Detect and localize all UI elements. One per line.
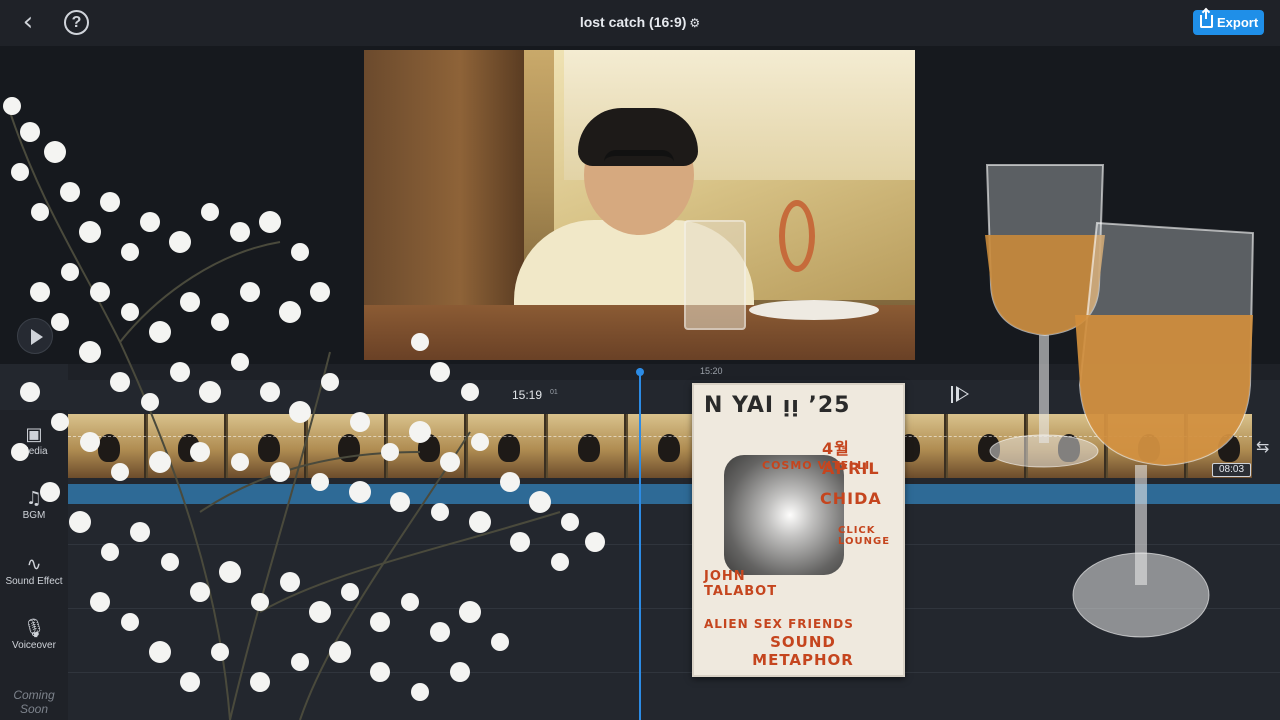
sidebar-item-bgm[interactable]: ♫ BGM xyxy=(0,488,68,521)
project-title[interactable]: lost catch (16:9) ⚙ xyxy=(520,14,760,30)
sidebar-item-label: Sound Effect xyxy=(5,576,63,587)
sidebar-item-voiceover[interactable]: 🎙 Voiceover xyxy=(0,618,68,651)
music-note-icon: ♫ xyxy=(25,488,43,509)
poster-artist: JOHN TALABOT xyxy=(704,569,778,599)
poster-venue: CLICK LOUNGE xyxy=(838,525,891,547)
top-bar: ‹ ? lost catch (16:9) ⚙ Export xyxy=(0,0,1280,46)
playhead[interactable] xyxy=(636,368,644,720)
sidebar-item-label: BGM xyxy=(22,510,46,521)
project-title-text: lost catch (16:9) xyxy=(579,14,687,30)
lane-divider xyxy=(68,672,1280,673)
sound-effect-icon: ∿ xyxy=(26,554,42,575)
help-button[interactable]: ? xyxy=(64,10,89,35)
sidebar-item-sound-effect[interactable]: ∿ Sound Effect xyxy=(0,554,68,587)
media-icon: ▣ xyxy=(25,424,43,445)
sidebar-item-media[interactable]: ▣ Media xyxy=(0,424,68,457)
ruler-label: 15:20 xyxy=(700,366,723,376)
event-poster-sticker: N YAI ᴉᴉ ’25 4월 APRIL COSMO VITELLI CHID… xyxy=(692,383,905,677)
sidebar-item-label: Voiceover xyxy=(12,640,56,651)
poster-artist: COSMO VITELLI xyxy=(762,459,871,472)
play-button[interactable] xyxy=(17,318,53,354)
wine-glass-sticker xyxy=(1072,221,1255,638)
export-label: Export xyxy=(1217,15,1259,30)
microphone-icon: 🎙 xyxy=(22,618,46,639)
current-frame: 01 xyxy=(550,389,558,396)
sidebar-item-coming-soon: Coming Soon xyxy=(0,688,68,716)
step-forward-icon[interactable] xyxy=(950,385,972,405)
poster-artist: CHIDA xyxy=(820,489,882,508)
poster-title: N YAI ᴉᴉ ’25 xyxy=(704,393,851,418)
current-time: 15:19 xyxy=(512,388,543,402)
poster-artist: ALIEN SEX FRIENDS xyxy=(704,617,854,631)
sidebar-item-label: Media xyxy=(20,446,48,457)
export-button[interactable]: Export xyxy=(1193,9,1264,35)
back-button[interactable]: ‹ xyxy=(14,9,42,36)
share-icon xyxy=(1200,9,1213,28)
track-sidebar: ▣ Media ♫ BGM ∿ Sound Effect 🎙 Voiceover… xyxy=(0,410,68,720)
poster-artist: SOUND METAPHOR xyxy=(752,633,854,669)
settings-gear-icon[interactable]: ⚙ xyxy=(689,16,700,30)
video-preview[interactable] xyxy=(364,50,915,360)
sidebar-item-label: Coming Soon xyxy=(13,688,55,716)
